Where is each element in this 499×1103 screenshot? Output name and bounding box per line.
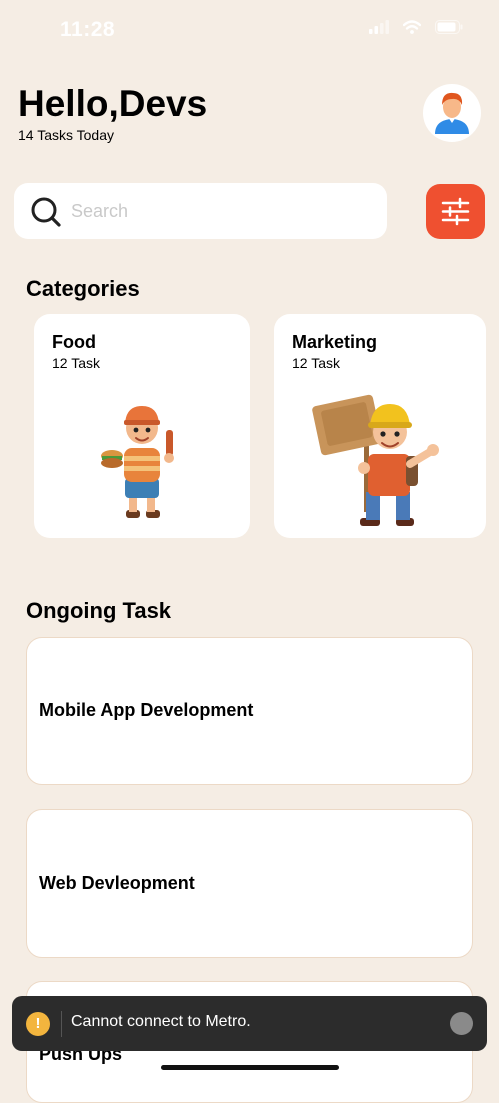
- home-indicator: [161, 1065, 339, 1070]
- categories-title: Categories: [26, 276, 140, 301]
- status-time: 11:28: [60, 18, 116, 41]
- ongoing-task-title: Ongoing Task: [26, 598, 172, 623]
- toast-divider: [61, 1011, 62, 1037]
- task-title: Mobile App Development: [39, 700, 254, 720]
- status-bar: 11:28: [0, 0, 499, 58]
- warning-icon: !: [26, 1012, 50, 1036]
- category-name: Marketing: [292, 332, 378, 352]
- signal-icon: [369, 20, 389, 34]
- category-name: Food: [52, 332, 96, 352]
- avatar[interactable]: [423, 84, 481, 142]
- battery-icon: [435, 20, 463, 34]
- wifi-icon: [403, 20, 421, 34]
- task-card[interactable]: Mobile App Development: [26, 637, 473, 785]
- search-input[interactable]: [71, 197, 371, 225]
- category-card-marketing[interactable]: Marketing 12 Task: [274, 314, 486, 538]
- search-icon: [31, 197, 61, 227]
- status-icons: [369, 20, 463, 34]
- category-card-food[interactable]: Food 12 Task: [34, 314, 250, 538]
- sliders-icon: [441, 197, 470, 226]
- tasks-today-subtitle: 14 Tasks Today: [18, 127, 114, 143]
- search-bar: [14, 183, 387, 239]
- food-character-illustration: [101, 406, 174, 518]
- marketing-character-illustration: [312, 394, 439, 526]
- user-avatar-icon: [435, 92, 469, 134]
- category-task-count: 12 Task: [292, 355, 340, 371]
- toast-dismiss-button[interactable]: [450, 1012, 473, 1035]
- task-title: Web Devleopment: [39, 873, 195, 893]
- greeting-title: Hello,Devs: [18, 83, 208, 124]
- metro-error-toast[interactable]: ! Cannot connect to Metro.: [12, 996, 487, 1051]
- task-card[interactable]: Web Devleopment: [26, 809, 473, 958]
- category-task-count: 12 Task: [52, 355, 100, 371]
- filter-button[interactable]: [426, 184, 485, 239]
- toast-message: Cannot connect to Metro.: [71, 1013, 251, 1030]
